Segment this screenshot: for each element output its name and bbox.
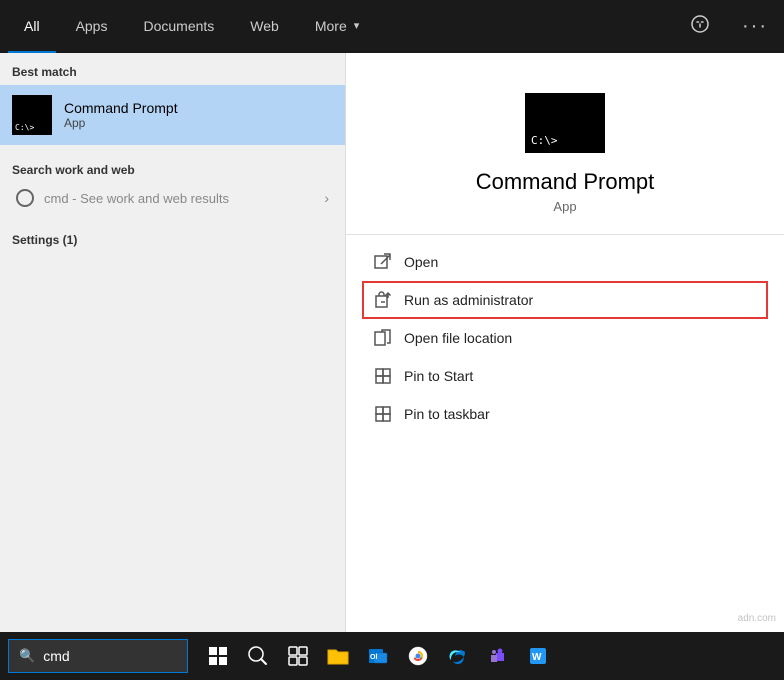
edge-button[interactable] (440, 638, 476, 674)
cmd-app-icon (12, 95, 52, 135)
nav-tab-more[interactable]: More ▾ (299, 0, 375, 53)
left-panel: Best match Command Prompt App Search wor… (0, 53, 345, 632)
top-nav-bar: All Apps Documents Web More ▾ ··· (0, 0, 784, 53)
outlook-button[interactable]: Ol (360, 638, 396, 674)
watermark: adn.com (738, 613, 776, 624)
chevron-down-icon: ▾ (354, 19, 360, 32)
search-suffix: - See work and web results (69, 191, 229, 206)
action-open[interactable]: Open (362, 243, 768, 281)
file-explorer-button[interactable] (320, 638, 356, 674)
start-button[interactable] (200, 638, 236, 674)
search-web-text: cmd - See work and web results (44, 191, 229, 206)
right-panel: Command Prompt App Open (345, 53, 784, 632)
settings-label: Settings (1) (12, 229, 333, 251)
taskbar: 🔍 Ol (0, 632, 784, 680)
svg-text:W: W (532, 652, 542, 663)
best-match-item[interactable]: Command Prompt App (0, 85, 345, 145)
run-as-admin-label: Run as administrator (404, 292, 533, 308)
best-match-text: Command Prompt App (64, 100, 178, 130)
nav-tab-web[interactable]: Web (234, 0, 295, 53)
open-file-location-label: Open file location (404, 330, 512, 346)
right-cmd-icon (525, 93, 605, 153)
action-pin-to-start[interactable]: Pin to Start (362, 357, 768, 395)
right-app-name: Command Prompt (476, 169, 655, 195)
action-run-as-admin[interactable]: Run as administrator (362, 281, 768, 319)
pin-to-taskbar-icon (374, 405, 392, 423)
nav-tab-all[interactable]: All (8, 0, 56, 53)
chevron-right-icon: › (324, 190, 329, 206)
taskbar-search-box[interactable]: 🔍 (8, 639, 188, 673)
open-file-location-icon (374, 329, 392, 347)
app-name-label: Command Prompt (64, 100, 178, 116)
search-query: cmd (44, 191, 69, 206)
open-icon (374, 253, 392, 271)
more-options-icon[interactable]: ··· (734, 11, 776, 42)
open-label: Open (404, 254, 438, 270)
nav-tab-documents[interactable]: Documents (127, 0, 230, 53)
pin-to-taskbar-label: Pin to taskbar (404, 406, 490, 422)
chrome-button[interactable] (400, 638, 436, 674)
best-match-label: Best match (0, 53, 345, 85)
main-area: Best match Command Prompt App Search wor… (0, 53, 784, 632)
taskbar-search-icon: 🔍 (19, 648, 35, 664)
search-web-section: Search work and web cmd - See work and w… (0, 145, 345, 223)
settings-section: Settings (1) (0, 223, 345, 257)
search-taskbar-button[interactable] (240, 638, 276, 674)
search-web-item[interactable]: cmd - See work and web results › (12, 183, 333, 213)
action-list: Open Run as administrator (346, 243, 784, 433)
teams-button[interactable] (480, 638, 516, 674)
feedback-icon[interactable] (682, 10, 718, 43)
pin-to-start-label: Pin to Start (404, 368, 473, 384)
task-view-button[interactable] (280, 638, 316, 674)
run-as-admin-icon (374, 291, 392, 309)
nav-right-icons: ··· (682, 10, 776, 43)
app-type-label: App (64, 116, 178, 130)
pin-to-start-icon (374, 367, 392, 385)
action-pin-to-taskbar[interactable]: Pin to taskbar (362, 395, 768, 433)
word-button[interactable]: W (520, 638, 556, 674)
windows-logo-icon (209, 647, 227, 665)
right-app-type: App (553, 199, 576, 214)
svg-text:Ol: Ol (370, 654, 377, 661)
search-circle-icon (16, 189, 34, 207)
nav-tab-apps[interactable]: Apps (60, 0, 124, 53)
action-open-file-location[interactable]: Open file location (362, 319, 768, 357)
search-web-label: Search work and web (12, 155, 333, 183)
taskbar-search-input[interactable] (43, 648, 224, 664)
divider (346, 234, 784, 235)
